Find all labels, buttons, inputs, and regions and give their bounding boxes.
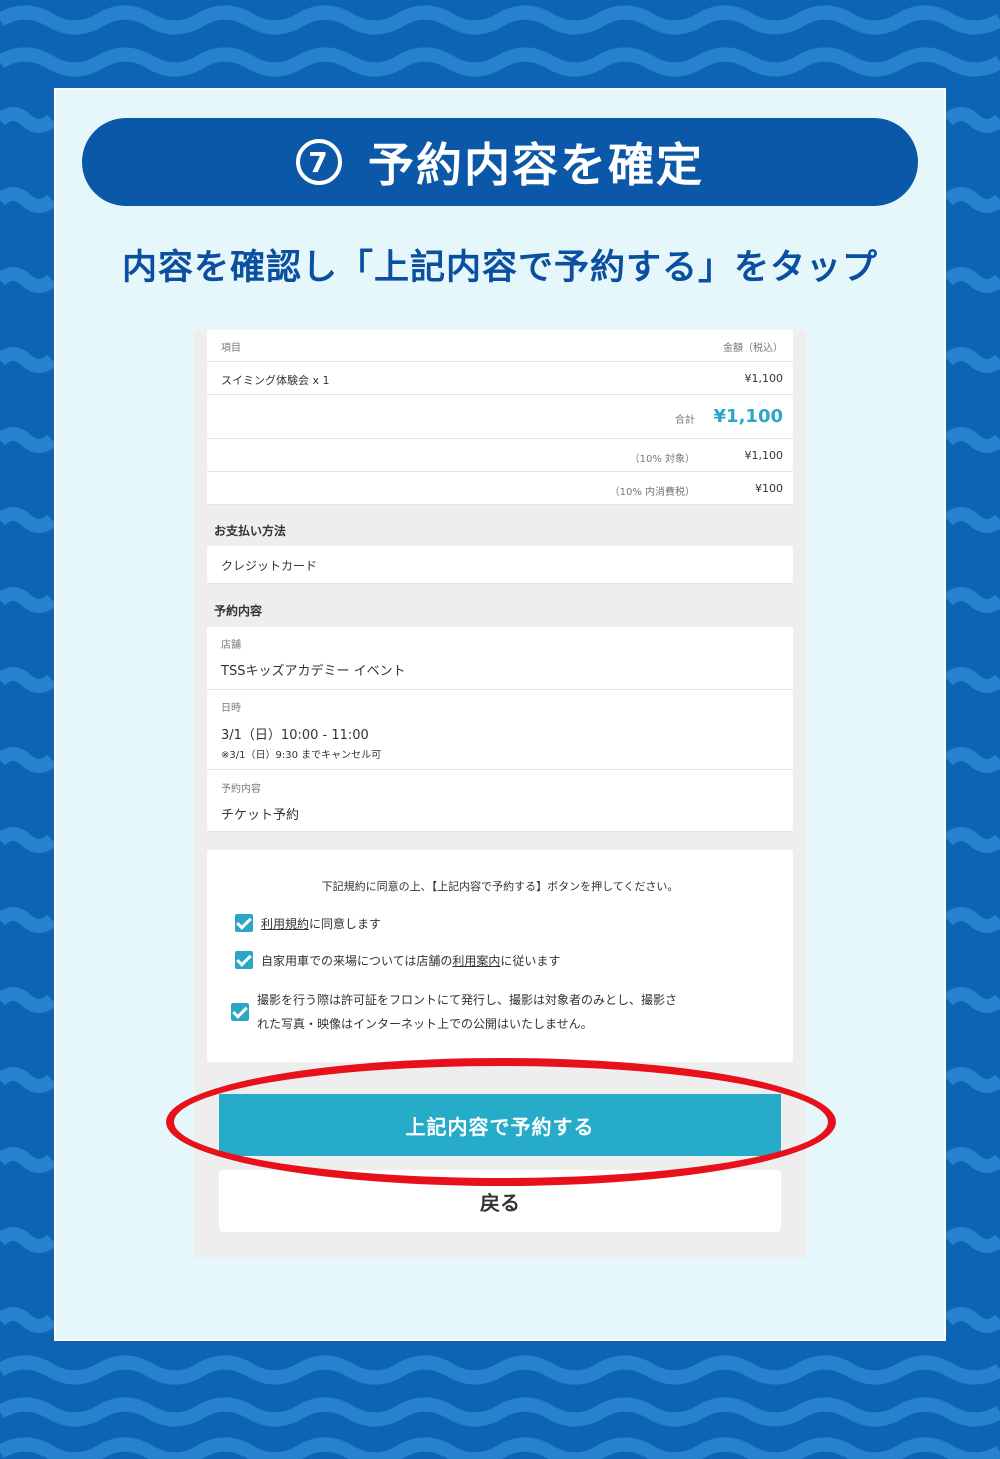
total-row: 合計 ¥1,100 bbox=[207, 395, 793, 439]
tax-target-label: （10% 対象） bbox=[629, 454, 695, 465]
phone-screenshot: 項目 金額（税込） スイミング体験会 x 1 ¥1,100 合計 ¥1,100 … bbox=[194, 330, 806, 1258]
parking-text-pre: 自家用車での来場については店舗の bbox=[261, 953, 453, 968]
store-label: 店舗 bbox=[221, 640, 241, 651]
reservation-section-title: 予約内容 bbox=[214, 604, 263, 618]
store-row: 店舗 TSSキッズアカデミー イベント bbox=[207, 627, 793, 690]
summary-header-row: 項目 金額（税込） bbox=[207, 330, 793, 362]
agree-photo-row: 撮影を行う際は許可証をフロントにて発行し、撮影は対象者のみとし、撮影さ れた写真… bbox=[231, 988, 677, 1036]
line-item-name: スイミング体験会 x 1 bbox=[221, 374, 330, 387]
photo-text-line1: 撮影を行う際は許可証をフロントにて発行し、撮影は対象者のみとし、撮影さ bbox=[257, 993, 678, 1007]
payment-method: クレジットカード bbox=[221, 559, 318, 573]
confirm-reservation-button[interactable]: 上記内容で予約する bbox=[219, 1094, 781, 1156]
line-item-row: スイミング体験会 x 1 ¥1,100 bbox=[207, 362, 793, 395]
store-value: TSSキッズアカデミー イベント bbox=[221, 664, 406, 679]
content-row: 予約内容 チケット予約 bbox=[207, 770, 793, 832]
agree-terms-row: 利用規約 に同意します bbox=[235, 914, 381, 932]
photo-checkbox[interactable] bbox=[231, 1003, 249, 1021]
payment-method-row: クレジットカード bbox=[207, 546, 793, 584]
terms-checkbox[interactable] bbox=[235, 914, 253, 932]
tax-target-value: ¥1,100 bbox=[744, 449, 784, 462]
content-label: 予約内容 bbox=[221, 784, 261, 795]
tax-label: （10% 内消費税） bbox=[609, 487, 695, 498]
photo-text-line2: れた写真・映像はインターネット上での公開はいたしません。 bbox=[257, 1017, 593, 1031]
total-value: ¥1,100 bbox=[713, 406, 783, 427]
agree-parking-row: 自家用車での来場については店舗の 利用案内 に従います bbox=[235, 951, 560, 969]
tax-row: （10% 内消費税） ¥100 bbox=[207, 472, 793, 505]
tax-target-row: （10% 対象） ¥1,100 bbox=[207, 439, 793, 472]
cancel-note: ※3/1（日）9:30 までキャンセル可 bbox=[221, 750, 382, 761]
instruction-text: 内容を確認し「上記内容で予約する」をタップ bbox=[121, 248, 878, 288]
tax-value: ¥100 bbox=[755, 482, 783, 495]
agreement-intro: 下記規約に同意の上、【上記内容で予約する】ボタンを押してください。 bbox=[321, 880, 679, 893]
parking-checkbox[interactable] bbox=[235, 951, 253, 969]
terms-link[interactable]: 利用規約 bbox=[261, 915, 309, 932]
content-value: チケット予約 bbox=[221, 808, 300, 823]
datetime-row: 日時 3/1（日）10:00 - 11:00 ※3/1（日）9:30 までキャン… bbox=[207, 690, 793, 770]
photo-text: 撮影を行う際は許可証をフロントにて発行し、撮影は対象者のみとし、撮影さ れた写真… bbox=[257, 988, 677, 1036]
terms-text: に同意します bbox=[309, 916, 382, 931]
payment-section-title: お支払い方法 bbox=[214, 524, 287, 538]
parking-text-post: に従います bbox=[500, 953, 561, 968]
total-label: 合計 bbox=[675, 415, 695, 426]
line-item-price: ¥1,100 bbox=[744, 372, 784, 385]
datetime-value: 3/1（日）10:00 - 11:00 bbox=[221, 728, 369, 743]
agreement-box: 下記規約に同意の上、【上記内容で予約する】ボタンを押してください。 利用規約 に… bbox=[207, 850, 793, 1062]
header-amount-label: 金額（税込） bbox=[723, 343, 783, 354]
back-button[interactable]: 戻る bbox=[219, 1170, 781, 1232]
datetime-label: 日時 bbox=[221, 703, 241, 714]
step-number-badge: 7 bbox=[296, 139, 342, 185]
step-banner: 7 予約内容を確定 bbox=[82, 118, 918, 206]
step-title: 予約内容を確定 bbox=[368, 138, 704, 192]
guide-link[interactable]: 利用案内 bbox=[452, 952, 500, 969]
header-item-label: 項目 bbox=[221, 343, 241, 354]
